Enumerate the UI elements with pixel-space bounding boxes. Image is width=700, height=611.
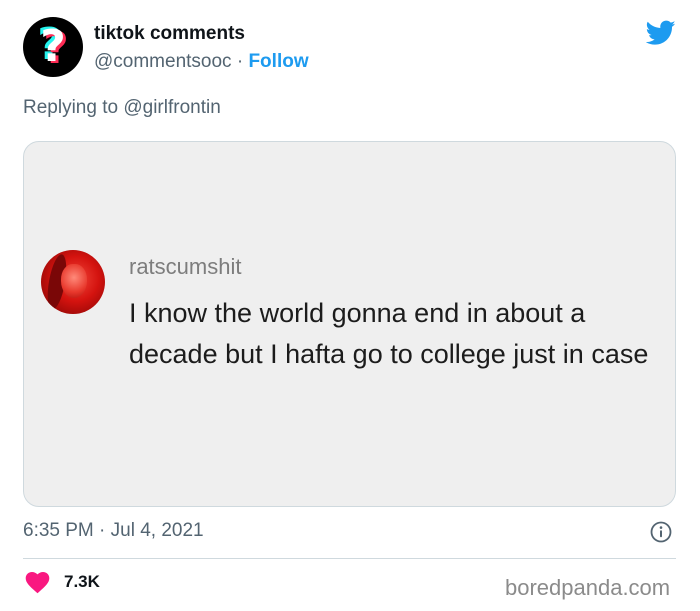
watermark: boredpanda.com: [505, 575, 671, 600]
author-name[interactable]: tiktok comments: [94, 23, 245, 45]
like-count[interactable]: 7.3K: [64, 572, 100, 592]
follow-button[interactable]: Follow: [248, 51, 308, 72]
divider: [23, 558, 676, 559]
comment-text: I know the world gonna end in about a de…: [129, 298, 649, 369]
heart-icon[interactable]: [25, 572, 50, 594]
replying-to: Replying to @girlfrontin: [23, 97, 221, 119]
replying-prefix: Replying to: [23, 97, 124, 118]
twitter-bird-icon[interactable]: [646, 20, 676, 46]
author-handle[interactable]: @commentsooc: [94, 51, 232, 72]
handle-separator: ·: [231, 51, 249, 72]
author-handle-row: @commentsooc · Follow: [94, 51, 309, 73]
tweet-media-image[interactable]: ratscumshit I know the world gonna end i…: [23, 141, 676, 507]
author-avatar[interactable]: ? ? ?: [23, 17, 83, 77]
info-icon[interactable]: [650, 521, 672, 543]
reply-mention[interactable]: @girlfrontin: [123, 97, 220, 118]
tweet-card: ? ? ? tiktok comments @commentsooc · Fol…: [0, 0, 700, 611]
commenter-username: ratscumshit: [129, 254, 242, 279]
commenter-avatar: [41, 250, 105, 314]
tweet-timestamp[interactable]: 6:35 PM · Jul 4, 2021: [23, 520, 204, 542]
